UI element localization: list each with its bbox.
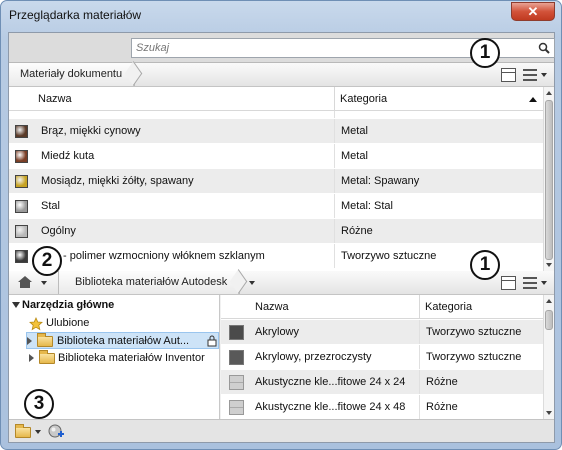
material-name: Brąz, miękki cynowy bbox=[41, 125, 141, 137]
search-icon[interactable] bbox=[538, 42, 550, 54]
table-row[interactable]: Brąz, miękki cynowy Metal bbox=[9, 119, 543, 144]
callout-marker: 1 bbox=[470, 250, 500, 280]
list-view-icon[interactable] bbox=[523, 69, 537, 81]
column-divider[interactable] bbox=[419, 295, 420, 319]
document-table-scrollbar[interactable] bbox=[543, 87, 554, 271]
document-materials-table: Nazwa Kategoria Brąz, miękki cynowy Meta… bbox=[9, 87, 554, 271]
material-name: Miedź kuta bbox=[41, 150, 95, 162]
material-swatch-icon bbox=[15, 150, 28, 163]
material-category: Tworzywo sztuczne bbox=[341, 250, 437, 262]
tree-item-favorites[interactable]: Ulubione bbox=[46, 315, 89, 332]
material-swatch-icon bbox=[15, 175, 28, 188]
column-divider[interactable] bbox=[334, 87, 335, 111]
library-materials-table: Nazwa Kategoria Akrylowy Tworzywo sztucz… bbox=[221, 295, 554, 419]
table-row[interactable]: ...er - polimer wzmocniony włóknem szkla… bbox=[9, 244, 543, 269]
library-table-scrollbar[interactable] bbox=[543, 295, 554, 419]
material-name: Ogólny bbox=[41, 225, 76, 237]
material-swatch-icon bbox=[229, 325, 244, 340]
home-dropdown-icon[interactable] bbox=[41, 281, 47, 285]
table-row[interactable]: Ogólny Różne bbox=[9, 219, 543, 244]
material-category: Metal bbox=[341, 150, 368, 162]
table-row[interactable]: Mosiądz, miękki żółty, spawany Metal: Sp… bbox=[9, 169, 543, 194]
view-options-dropdown-icon[interactable] bbox=[541, 281, 547, 285]
material-category: Tworzywo sztuczne bbox=[426, 351, 522, 363]
material-name: Akrylowy bbox=[255, 326, 300, 338]
folder-icon bbox=[37, 333, 53, 347]
table-row[interactable]: Akrylowy, przezroczysty Tworzywo sztuczn… bbox=[221, 345, 543, 370]
column-header-name[interactable]: Nazwa bbox=[255, 295, 289, 319]
material-category: Różne bbox=[426, 401, 458, 413]
table-header: Nazwa Kategoria bbox=[9, 87, 543, 111]
material-category: Metal: Stal bbox=[341, 200, 393, 212]
material-name: ...er - polimer wzmocniony włóknem szkla… bbox=[41, 250, 265, 262]
material-swatch-icon bbox=[15, 125, 28, 138]
expand-icon[interactable] bbox=[29, 354, 34, 362]
sort-ascending-icon bbox=[529, 97, 537, 102]
tree-item-autodesk-library[interactable]: Biblioteka materiałów Aut... bbox=[26, 332, 219, 349]
scrollbar-thumb[interactable] bbox=[545, 100, 553, 260]
tree-item-inventor-library[interactable]: Biblioteka materiałów Inventor bbox=[58, 350, 205, 367]
folder-icon bbox=[39, 350, 55, 364]
material-name: Akustyczne kle...fitowe 24 x 48 bbox=[255, 401, 406, 413]
callout-marker: 1 bbox=[470, 38, 500, 68]
material-swatch-icon bbox=[229, 350, 244, 365]
callout-marker: 3 bbox=[24, 389, 54, 419]
table-row-partial bbox=[9, 111, 543, 119]
manage-library-icon[interactable] bbox=[15, 424, 31, 438]
material-category: Różne bbox=[341, 225, 373, 237]
library-breadcrumb-bar: Biblioteka materiałów Autodesk bbox=[9, 271, 554, 295]
scroll-down-icon[interactable] bbox=[546, 411, 552, 415]
material-category: Metal bbox=[341, 125, 368, 137]
material-swatch-icon bbox=[15, 250, 28, 263]
close-button[interactable]: ✕ bbox=[511, 2, 555, 21]
material-browser-window: Przeglądarka materiałów ✕ Materiały doku… bbox=[0, 0, 562, 450]
document-breadcrumb-bar: Materiały dokumentu bbox=[9, 63, 554, 87]
list-view-icon[interactable] bbox=[523, 277, 537, 289]
material-category: Różne bbox=[426, 376, 458, 388]
table-row[interactable]: Stal Metal: Stal bbox=[9, 194, 543, 219]
lock-icon bbox=[207, 335, 217, 347]
tree-root[interactable]: Narzędzia główne bbox=[22, 297, 114, 314]
table-row[interactable]: Miedź kuta Metal bbox=[9, 144, 543, 169]
panel-view-icon[interactable] bbox=[501, 276, 516, 290]
manage-library-dropdown-icon[interactable] bbox=[35, 430, 41, 434]
window-title: Przeglądarka materiałów bbox=[9, 8, 142, 22]
scroll-up-icon[interactable] bbox=[546, 91, 552, 95]
column-header-category[interactable]: Kategoria bbox=[425, 295, 472, 319]
scrollbar-thumb[interactable] bbox=[545, 310, 553, 330]
material-swatch-icon bbox=[229, 400, 244, 415]
column-header-name[interactable]: Nazwa bbox=[38, 87, 72, 111]
create-material-icon[interactable] bbox=[47, 423, 65, 440]
view-options-dropdown-icon[interactable] bbox=[541, 73, 547, 77]
table-header: Nazwa Kategoria bbox=[221, 295, 543, 319]
material-name: Akrylowy, przezroczysty bbox=[255, 351, 372, 363]
tree-item-label: Biblioteka materiałów Aut... bbox=[57, 335, 190, 347]
material-name: Stal bbox=[41, 200, 60, 212]
table-row[interactable]: Akustyczne kle...fitowe 24 x 24 Różne bbox=[221, 370, 543, 395]
browser-body: Materiały dokumentu Nazwa Kategoria Brąz… bbox=[8, 32, 555, 443]
table-row[interactable]: Akrylowy Tworzywo sztuczne bbox=[221, 320, 543, 345]
search-input[interactable] bbox=[132, 39, 522, 57]
scroll-up-icon[interactable] bbox=[546, 299, 552, 303]
breadcrumb-autodesk-library[interactable]: Biblioteka materiałów Autodesk bbox=[59, 271, 241, 294]
bottom-toolbar bbox=[9, 419, 554, 442]
home-icon bbox=[18, 276, 32, 288]
star-icon bbox=[29, 317, 43, 331]
callout-marker: 2 bbox=[32, 246, 62, 276]
panel-view-icon[interactable] bbox=[501, 68, 516, 82]
material-name: Mosiądz, miękki żółty, spawany bbox=[41, 175, 194, 187]
expand-icon[interactable] bbox=[27, 337, 32, 345]
breadcrumb-document-materials[interactable]: Materiały dokumentu bbox=[9, 63, 136, 86]
table-row[interactable]: Akustyczne kle...fitowe 24 x 48 Różne bbox=[221, 395, 543, 419]
material-name: Akustyczne kle...fitowe 24 x 24 bbox=[255, 376, 406, 388]
material-swatch-icon bbox=[229, 375, 244, 390]
material-swatch-icon bbox=[15, 225, 28, 238]
breadcrumb-dropdown-icon[interactable] bbox=[249, 281, 255, 285]
material-category: Tworzywo sztuczne bbox=[426, 326, 522, 338]
material-category: Metal: Spawany bbox=[341, 175, 420, 187]
collapse-icon[interactable] bbox=[12, 302, 20, 308]
material-swatch-icon bbox=[15, 200, 28, 213]
column-header-category[interactable]: Kategoria bbox=[340, 87, 387, 111]
scroll-down-icon[interactable] bbox=[546, 263, 552, 267]
